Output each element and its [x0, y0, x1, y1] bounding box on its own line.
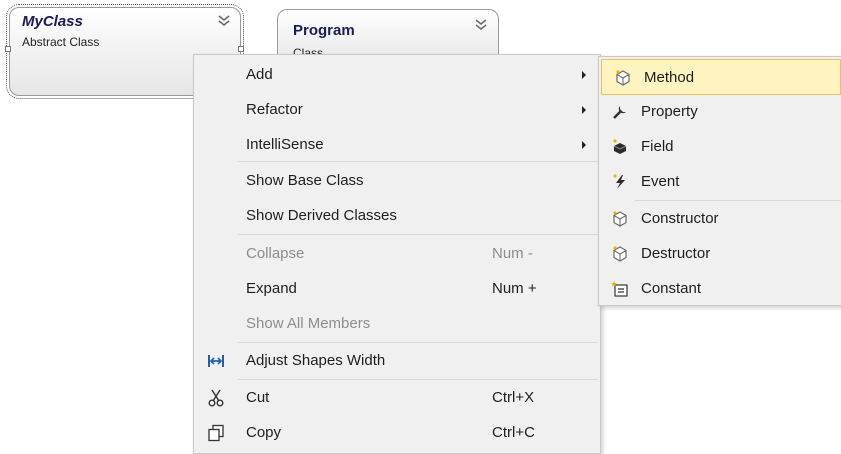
submenu-item-label: Method: [644, 69, 695, 86]
menu-item-label: Copy: [246, 424, 282, 441]
constant-icon: [611, 281, 628, 297]
submenu-item-event[interactable]: Event: [599, 164, 841, 200]
menu-item-add[interactable]: Add: [194, 57, 600, 93]
collapse-chevron-icon[interactable]: [473, 17, 489, 33]
method-icon: [616, 70, 630, 86]
copy-icon: [208, 424, 224, 442]
menu-item-label: Add: [246, 66, 273, 83]
menu-item-label: Cut: [246, 389, 270, 406]
submenu-arrow-icon: [582, 106, 586, 114]
submenu-item-label: Constructor: [641, 210, 719, 227]
right-resize-handle[interactable]: [238, 46, 244, 52]
shortcut-text: Ctrl+X: [492, 389, 535, 406]
menu-item-refactor[interactable]: Refactor: [194, 92, 600, 128]
menu-item-copy[interactable]: Copy Ctrl+C: [194, 415, 600, 451]
submenu-item-label: Property: [641, 103, 698, 120]
program-title: Program: [293, 22, 355, 39]
menu-item-cut[interactable]: Cut Ctrl+X: [194, 380, 600, 416]
menu-item-label: Show Derived Classes: [246, 207, 397, 224]
menu-separator: [238, 234, 598, 235]
submenu-item-label: Event: [641, 173, 680, 190]
submenu-item-method[interactable]: Method: [601, 59, 841, 95]
submenu-item-destructor[interactable]: Destructor: [599, 236, 841, 272]
destructor-icon: [613, 246, 627, 262]
collapse-chevron-icon[interactable]: [216, 13, 232, 29]
property-icon: [613, 106, 626, 119]
submenu-arrow-icon: [582, 141, 586, 149]
menu-item-label: Refactor: [246, 101, 303, 118]
menu-separator: [238, 161, 598, 162]
submenu-item-label: Destructor: [641, 245, 711, 262]
submenu-item-label: Constant: [641, 280, 702, 297]
adjust-width-icon: [208, 355, 224, 367]
submenu-item-field[interactable]: Field: [599, 129, 841, 165]
menu-item-label: Show Base Class: [246, 172, 364, 189]
context-menu: Add Refactor IntelliSense Show Base Clas…: [193, 54, 601, 454]
constructor-icon: [613, 211, 627, 227]
myclass-title: MyClass: [22, 13, 83, 30]
shortcut-text: Ctrl+C: [492, 424, 535, 441]
menu-item-label: Collapse: [246, 245, 305, 262]
event-icon: [613, 174, 625, 189]
scissors-icon: [208, 389, 224, 407]
menu-item-show-derived-classes[interactable]: Show Derived Classes: [194, 198, 600, 234]
submenu-item-property[interactable]: Property: [599, 94, 841, 130]
left-resize-handle[interactable]: [5, 46, 11, 52]
shortcut-text: Num +: [492, 280, 537, 297]
menu-item-label: IntelliSense: [246, 136, 324, 153]
menu-item-label: Adjust Shapes Width: [246, 352, 386, 369]
shortcut-text: Num -: [492, 245, 533, 262]
menu-item-intellisense[interactable]: IntelliSense: [194, 127, 600, 163]
menu-item-label: Expand: [246, 280, 297, 297]
menu-item-adjust-shapes-width[interactable]: Adjust Shapes Width: [194, 343, 600, 379]
submenu-arrow-icon: [582, 71, 586, 79]
submenu-item-label: Field: [641, 138, 674, 155]
menu-item-label: Show All Members: [246, 315, 371, 332]
field-icon: [613, 139, 627, 154]
submenu-item-constant[interactable]: Constant: [599, 271, 841, 307]
menu-item-collapse[interactable]: Collapse Num -: [194, 236, 600, 272]
menu-item-show-base-class[interactable]: Show Base Class: [194, 163, 600, 199]
myclass-subtitle: Abstract Class: [22, 35, 100, 49]
add-submenu: Method Property Field Event Constructor: [598, 56, 841, 306]
menu-item-show-all-members[interactable]: Show All Members: [194, 306, 600, 342]
submenu-item-constructor[interactable]: Constructor: [599, 201, 841, 237]
menu-item-expand[interactable]: Expand Num +: [194, 271, 600, 307]
